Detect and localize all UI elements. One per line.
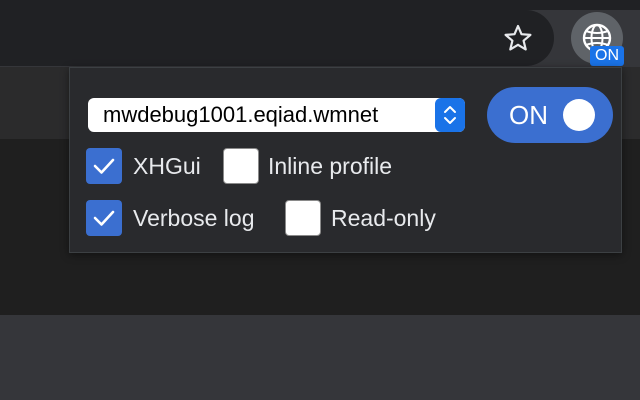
browser-window: ON mwdebug1001.eqiad.wmnet ON XHGui Inli… (0, 0, 640, 400)
xhgui-checkbox[interactable] (86, 148, 122, 184)
page-footer-area (0, 315, 640, 400)
star-icon (504, 24, 532, 51)
extension-badge: ON (590, 46, 624, 66)
read-only-checkbox[interactable] (285, 200, 321, 236)
inline-profile-label: Inline profile (268, 153, 393, 179)
tab-strip (0, 0, 640, 10)
extension-button[interactable]: ON (571, 12, 624, 66)
backend-select[interactable]: mwdebug1001.eqiad.wmnet (88, 98, 465, 132)
bookmark-star-button[interactable] (500, 20, 536, 56)
checkmark-icon (93, 210, 115, 226)
inline-profile-checkbox[interactable] (223, 148, 259, 184)
checkmark-icon (93, 158, 115, 174)
extension-popup: mwdebug1001.eqiad.wmnet ON XHGui Inline … (69, 67, 622, 253)
address-bar[interactable] (0, 10, 554, 66)
read-only-label: Read-only (331, 205, 436, 231)
verbose-log-label: Verbose log (133, 205, 255, 231)
toggle-label: ON (509, 100, 548, 130)
verbose-log-checkbox[interactable] (86, 200, 122, 236)
toggle-knob (563, 99, 595, 131)
enable-toggle[interactable]: ON (487, 87, 613, 143)
select-arrows-icon (435, 98, 465, 132)
xhgui-label: XHGui (133, 153, 201, 179)
backend-select-value: mwdebug1001.eqiad.wmnet (103, 102, 379, 127)
